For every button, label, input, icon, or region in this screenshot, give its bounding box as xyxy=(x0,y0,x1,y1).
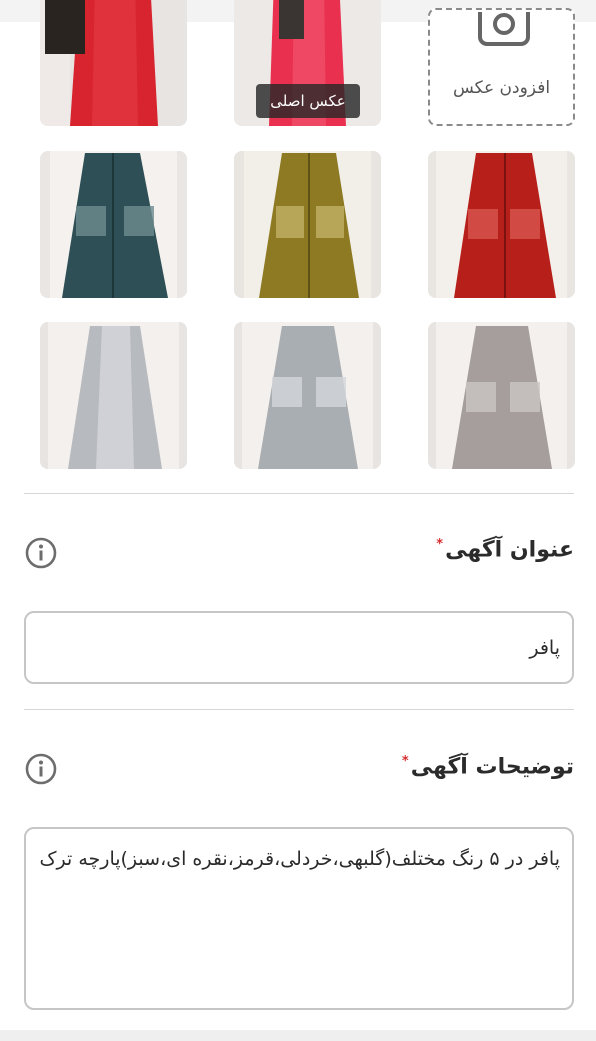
photo-thumb-main[interactable]: عکس اصلی xyxy=(234,0,381,126)
photo-image xyxy=(428,322,575,469)
camera-icon xyxy=(478,12,530,46)
photo-thumb-silver-1[interactable] xyxy=(40,322,187,469)
add-photo-button[interactable]: افزودن عکس xyxy=(428,8,575,126)
photo-thumb-mustard[interactable] xyxy=(234,151,381,298)
photo-image xyxy=(40,0,187,126)
photo-image xyxy=(40,151,187,298)
info-icon[interactable] xyxy=(24,752,58,786)
description-textarea[interactable]: پافر در ۵ رنگ مختلف(گلبهی،خردلی،قرمز،نقر… xyxy=(24,827,574,1010)
required-mark: * xyxy=(401,754,409,769)
photo-thumb-silver-2[interactable] xyxy=(234,322,381,469)
description-field-label: توضیحات آگهی* xyxy=(402,754,574,779)
add-photo-label: افزودن عکس xyxy=(452,78,551,98)
title-field-label: عنوان آگهی* xyxy=(436,537,574,562)
photo-thumb-1[interactable] xyxy=(40,0,187,126)
divider xyxy=(24,493,574,494)
photo-thumb-teal[interactable] xyxy=(40,151,187,298)
title-input-value: پافر xyxy=(529,637,560,659)
photo-image xyxy=(234,322,381,469)
photo-thumb-gray[interactable] xyxy=(428,322,575,469)
description-value: پافر در ۵ رنگ مختلف(گلبهی،خردلی،قرمز،نقر… xyxy=(39,848,560,870)
info-icon[interactable] xyxy=(24,536,58,570)
photo-image xyxy=(428,151,575,298)
required-mark: * xyxy=(436,537,444,552)
description-label-text: توضیحات آگهی xyxy=(410,754,574,780)
photo-image xyxy=(234,151,381,298)
divider xyxy=(24,709,574,710)
title-input[interactable]: پافر xyxy=(24,611,574,684)
main-photo-badge: عکس اصلی xyxy=(256,84,360,118)
photo-thumb-red[interactable] xyxy=(428,151,575,298)
photo-image xyxy=(40,322,187,469)
title-label-text: عنوان آگهی xyxy=(445,537,574,563)
bottom-strip xyxy=(0,1030,596,1041)
